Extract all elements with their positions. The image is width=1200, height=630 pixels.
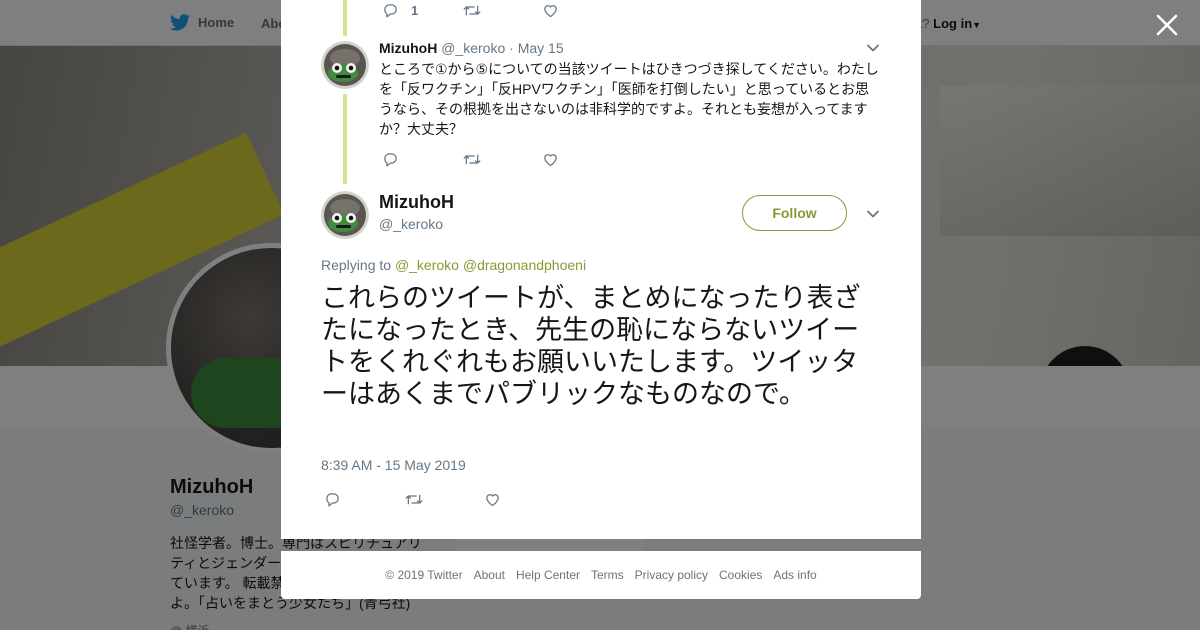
follow-button[interactable]: Follow: [742, 195, 847, 231]
main-avatar[interactable]: [321, 191, 369, 239]
retweet-button[interactable]: [462, 151, 542, 168]
main-tweet-text: これらのツイートが、まとめになったり表ざたになったとき、先生の恥にならないツイー…: [321, 283, 861, 409]
reply-count: 1: [411, 3, 419, 18]
main-author-name[interactable]: MizuhoH: [379, 192, 454, 213]
heart-icon: [544, 154, 557, 167]
reply-author-name[interactable]: MizuhoH: [379, 40, 437, 56]
main-author-handle[interactable]: @_keroko: [379, 216, 443, 232]
tweet-timestamp[interactable]: 8:39 AM - 15 May 2019: [321, 457, 466, 473]
thread-connector: [343, 0, 347, 36]
reply-author-handle[interactable]: @_keroko: [441, 40, 505, 56]
heart-icon: [544, 5, 557, 18]
tweet-modal: 1 MizuhoH @_keroko · May 15 ところで①から⑤について…: [281, 0, 921, 539]
footer-links: © 2019 Twitter About Help Center Terms P…: [385, 568, 816, 582]
avatar-image: [321, 191, 369, 239]
like-button[interactable]: [484, 491, 564, 508]
reply-icon: [326, 493, 339, 507]
replying-to: Replying to @_keroko @dragonandphoeni: [321, 257, 586, 273]
mention-link[interactable]: @dragonandphoeni: [463, 257, 586, 273]
meta-separator: ·: [509, 40, 514, 56]
mention-link[interactable]: @_keroko: [395, 257, 459, 273]
reply-icon: [384, 153, 397, 167]
modal-footer: © 2019 Twitter About Help Center Terms P…: [281, 551, 921, 599]
retweet-icon: [405, 494, 423, 505]
retweet-icon: [463, 5, 481, 16]
reply-date[interactable]: May 15: [518, 40, 564, 56]
replying-prefix: Replying to: [321, 257, 392, 273]
reply-avatar[interactable]: [321, 41, 369, 89]
retweet-icon: [463, 154, 481, 165]
heart-icon: [486, 494, 499, 507]
reply-button[interactable]: [382, 151, 462, 168]
footer-ads-link[interactable]: Ads info: [773, 568, 816, 582]
footer-about-link[interactable]: About: [474, 568, 505, 582]
retweet-button[interactable]: [462, 2, 542, 19]
retweet-button[interactable]: [404, 491, 484, 508]
avatar-image: [321, 41, 369, 89]
footer-privacy-link[interactable]: Privacy policy: [635, 568, 708, 582]
reply-tweet-actions: [382, 151, 622, 168]
like-button[interactable]: [542, 151, 622, 168]
reply-button[interactable]: 1: [382, 2, 462, 19]
footer-cookies-link[interactable]: Cookies: [719, 568, 762, 582]
footer-help-link[interactable]: Help Center: [516, 568, 580, 582]
reply-button[interactable]: [324, 491, 404, 508]
chevron-down-icon[interactable]: [866, 207, 880, 221]
main-tweet-actions: [324, 491, 564, 508]
close-icon[interactable]: [1154, 12, 1180, 38]
reply-icon: [384, 4, 397, 18]
like-button[interactable]: [542, 2, 622, 19]
prev-tweet-actions: 1: [382, 2, 622, 19]
thread-connector: [343, 94, 347, 184]
chevron-down-icon[interactable]: [866, 41, 880, 55]
reply-header: MizuhoH @_keroko · May 15: [379, 40, 564, 56]
footer-terms-link[interactable]: Terms: [591, 568, 624, 582]
footer-copyright: © 2019 Twitter: [385, 568, 463, 582]
reply-tweet-text: ところで①から⑤についての当該ツイートはひきつづき探してください。わたしを「反ワ…: [379, 61, 879, 137]
